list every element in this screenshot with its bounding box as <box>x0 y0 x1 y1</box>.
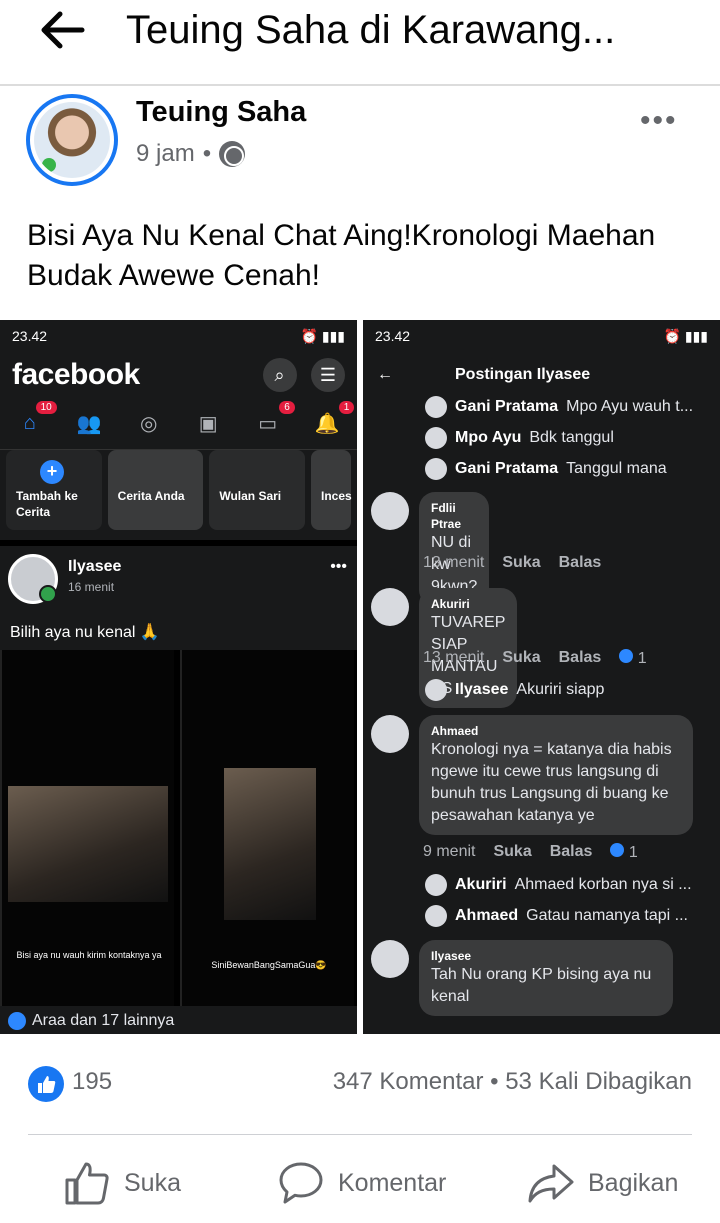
stories-row: + Tambah ke Cerita Cerita Anda Wulan Sari… <box>0 450 357 532</box>
author-name[interactable]: Teuing Saha <box>136 96 306 129</box>
avatar <box>371 715 409 753</box>
screenshot-left: 23.42 ⏰ ▮▮▮ facebook ⌕ ☰ ⌂ 10 👥 ◎ ▣ ▭ 6 🔔 1… <box>0 320 357 1034</box>
avatar <box>425 458 447 480</box>
more-icon: ••• <box>330 558 347 575</box>
status-bar: 23.42 ⏰ ▮▮▮ <box>363 320 720 352</box>
comment-actions: 13 menit Suka Balas 1 <box>423 649 647 667</box>
avatar <box>371 492 409 530</box>
avatar <box>371 588 409 626</box>
status-bar: 23.42 ⏰ ▮▮▮ <box>0 320 357 352</box>
menu-icon: ☰ <box>311 358 345 392</box>
avatar <box>8 554 58 604</box>
more-options-icon[interactable]: ••• <box>640 104 678 138</box>
reply-item: Mpo Ayu Bdk tanggul <box>425 427 614 449</box>
notifications-icon: 🔔 1 <box>312 400 355 437</box>
comment-button[interactable]: Komentar <box>278 1160 446 1206</box>
media-caption: Bisi aya nu wauh kirim kontaknya ya <box>16 950 162 960</box>
fb-logo: facebook <box>12 358 140 391</box>
like-reaction-icon[interactable] <box>28 1066 64 1102</box>
globe-icon <box>219 141 246 167</box>
top-bar: Teuing Saha di Karawang... <box>0 0 720 86</box>
photo <box>8 786 168 902</box>
comment-actions: 9 menit Suka Balas 1 <box>423 843 638 861</box>
home-badge: 10 <box>35 400 57 414</box>
inner-post-media: Bisi aya nu wauh kirim kontaknya ya Sini… <box>0 650 357 1006</box>
reply-item: Ilyasee Akuriri siapp <box>425 679 604 701</box>
status-time: 23.42 <box>375 328 411 344</box>
home-icon: ⌂ 10 <box>15 400 57 437</box>
messenger-icon: ◎ <box>140 413 158 435</box>
media-left: Bisi aya nu wauh kirim kontaknya ya <box>0 650 174 1006</box>
back-arrow-icon: ← <box>377 366 393 383</box>
screenshot-right: 23.42 ⏰ ▮▮▮ ← Postingan Ilyasee Gani Pra… <box>363 320 720 1034</box>
inner-post-author: Ilyasee <box>68 558 122 575</box>
story-item: Cerita Anda <box>107 450 204 530</box>
notif-badge: 1 <box>338 400 355 414</box>
post-time[interactable]: 9 jam <box>136 140 195 168</box>
media-right: SiniBewanBangSamaGua😎 <box>180 650 354 1006</box>
inner-title-bar: ← Postingan Ilyasee <box>363 352 720 398</box>
status-icons: ⏰ ▮▮▮ <box>300 327 345 344</box>
video-icon: ▭ 6 <box>253 400 295 437</box>
like-count[interactable]: 195 <box>72 1068 112 1096</box>
marketplace-icon: ▣ <box>198 413 218 435</box>
inner-title: Postingan Ilyasee <box>455 366 591 383</box>
thumbs-up-icon <box>65 1162 109 1205</box>
page-title: Teuing Saha di Karawang... <box>126 8 616 52</box>
avatar <box>425 396 447 418</box>
friends-icon: 👥 <box>76 413 102 435</box>
reply-item: Ahmaed Gatau namanya tapi ... <box>425 905 688 927</box>
divider <box>28 1134 692 1135</box>
share-button[interactable]: Bagikan <box>528 1160 678 1206</box>
status-icons: ⏰ ▮▮▮ <box>663 327 708 344</box>
comment-actions: 13 menit Suka Balas <box>423 554 602 571</box>
avatar <box>425 679 447 701</box>
comment-icon <box>279 1162 323 1204</box>
fb-header: facebook ⌕ ☰ <box>0 352 357 398</box>
avatar <box>371 940 409 978</box>
inner-post-time: 16 menit <box>68 580 115 594</box>
search-icon: ⌕ <box>262 358 297 392</box>
story-add: + Tambah ke Cerita <box>6 450 102 530</box>
comment-bubble: Ahmaed Kronologi nya = katanya dia habis… <box>419 715 693 835</box>
like-button[interactable]: Suka <box>64 1160 181 1206</box>
photo <box>224 768 316 920</box>
comment-bubble: Ilyasee Tah Nu orang KP bising aya nu ke… <box>419 940 673 1016</box>
post-meta: 9 jam • <box>136 140 246 168</box>
like-icon <box>8 1012 26 1030</box>
reply-item: Akuriri Ahmaed korban nya si ... <box>425 874 692 896</box>
back-arrow-icon[interactable] <box>40 10 86 50</box>
share-icon <box>528 1164 574 1203</box>
video-badge: 6 <box>279 400 295 414</box>
inner-reactions: Araa dan 17 lainnya <box>8 1012 174 1030</box>
avatar <box>425 427 447 449</box>
status-time: 23.42 <box>12 328 48 344</box>
post-image[interactable]: 23.42 ⏰ ▮▮▮ facebook ⌕ ☰ ⌂ 10 👥 ◎ ▣ ▭ 6 🔔 1… <box>0 320 720 1034</box>
like-icon <box>610 843 625 857</box>
story-item: Inces <box>311 450 352 530</box>
reply-item: Gani Pratama Tanggul mana <box>425 458 667 480</box>
avatar <box>425 905 447 927</box>
meta-separator: • <box>202 140 212 167</box>
fb-nav: ⌂ 10 👥 ◎ ▣ ▭ 6 🔔 1 <box>0 398 357 450</box>
post-actions: Suka Komentar Bagikan <box>0 1150 720 1220</box>
reply-item: Gani Pratama Mpo Ayu wauh t... <box>425 396 693 418</box>
story-item: Wulan Sari <box>209 450 306 530</box>
plus-icon: + <box>40 460 64 484</box>
avatar <box>425 874 447 896</box>
inner-post-header: Ilyasee 16 menit ••• <box>0 540 357 618</box>
author-avatar[interactable] <box>26 94 118 186</box>
like-icon <box>619 649 634 663</box>
media-caption: SiniBewanBangSamaGua😎 <box>211 960 327 970</box>
post-caption: Bisi Aya Nu Kenal Chat Aing!Kronologi Ma… <box>27 219 656 292</box>
comments-shares-count[interactable]: 347 Komentar • 53 Kali Dibagikan <box>333 1068 692 1096</box>
post-stats: 195 347 Komentar • 53 Kali Dibagikan <box>0 1060 720 1108</box>
